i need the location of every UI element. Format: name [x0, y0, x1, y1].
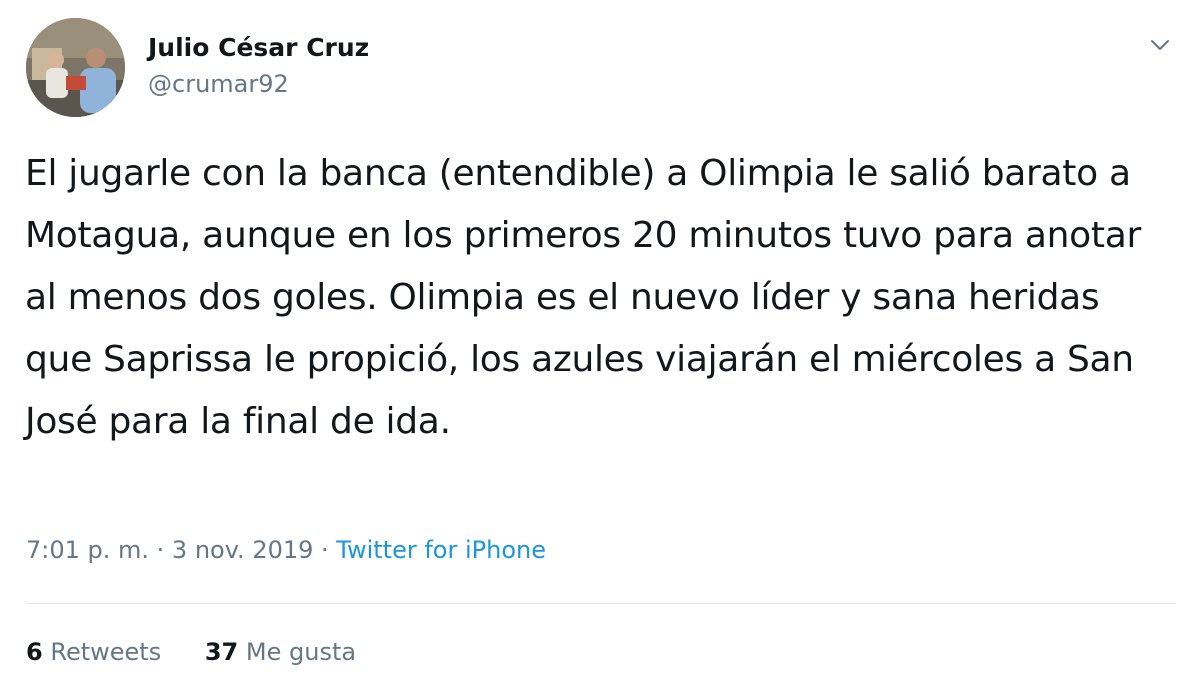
avatar-photo	[26, 18, 125, 117]
retweets-stat[interactable]: 6 Retweets	[26, 638, 161, 666]
divider	[26, 603, 1176, 604]
tweet-card: Julio César Cruz @crumar92 El jugarle co…	[0, 0, 1200, 694]
author-handle[interactable]: @crumar92	[148, 70, 289, 98]
likes-count: 37	[204, 638, 239, 666]
chevron-down-icon[interactable]	[1145, 30, 1175, 60]
retweets-label: Retweets	[50, 638, 162, 666]
tweet-time[interactable]: 7:01 p. m.	[26, 536, 149, 564]
tweet-source-link[interactable]: Twitter for iPhone	[336, 536, 546, 564]
meta-separator: ·	[149, 536, 172, 564]
likes-stat[interactable]: 37 Me gusta	[205, 638, 356, 666]
meta-separator: ·	[313, 536, 337, 564]
tweet-stats: 6 Retweets 37 Me gusta	[26, 638, 392, 666]
tweet-meta: 7:01 p. m. · 3 nov. 2019 · Twitter for i…	[26, 536, 546, 564]
tweet-date[interactable]: 3 nov. 2019	[172, 536, 313, 564]
author-name[interactable]: Julio César Cruz	[148, 33, 369, 62]
likes-label: Me gusta	[245, 638, 357, 666]
tweet-text: El jugarle con la banca (entendible) a O…	[25, 153, 1141, 442]
retweets-count: 6	[26, 638, 43, 666]
avatar[interactable]	[26, 18, 125, 117]
